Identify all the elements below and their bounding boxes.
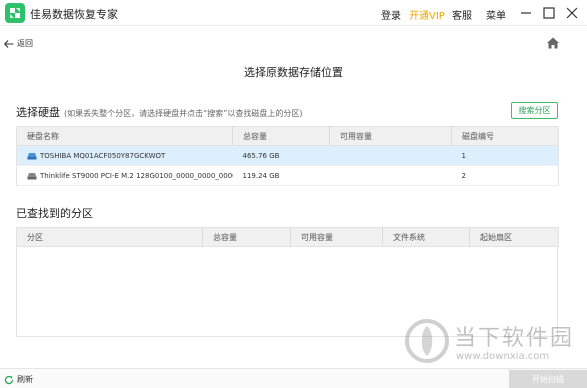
col-partition[interactable]: 分区 — [16, 227, 203, 247]
disk-name: Thinklife ST9000 PCI-E M.2 128G0100_0000… — [40, 171, 233, 180]
disk-name-cell: Thinklife ST9000 PCI-E M.2 128G0100_0000… — [16, 165, 233, 186]
disk-total: 119.24 GB — [232, 165, 330, 186]
disk-row[interactable]: Thinklife ST9000 PCI-E M.2 128G0100_0000… — [16, 165, 559, 186]
search-partition-button[interactable]: 搜索分区 — [511, 102, 558, 119]
partition-table-header: 分区 总容量 可用容量 文件系统 起始扇区 — [16, 227, 559, 247]
disk-name: TOSHIBA MQ01ACF050Y87GCKWOT — [40, 151, 166, 160]
col-total-capacity[interactable]: 总容量 — [232, 126, 330, 146]
disk-name-cell: TOSHIBA MQ01ACF050Y87GCKWOT — [16, 145, 233, 166]
disk-index: 1 — [451, 145, 559, 166]
col-start-sector[interactable]: 起始扇区 — [469, 227, 559, 247]
maximize-icon[interactable] — [541, 5, 557, 21]
col-disk-name[interactable]: 硬盘名称 — [16, 126, 233, 146]
hard-disk-icon — [27, 172, 37, 179]
back-button[interactable]: 返回 — [4, 38, 33, 49]
select-disk-heading: 选择硬盘 (如果丢失整个分区，请选择硬盘并点击“搜索”以查找磁盘上的分区) — [16, 104, 303, 120]
disk-table-header: 硬盘名称 总容量 可用容量 磁盘编号 — [16, 126, 559, 146]
refresh-button[interactable]: 刷新 — [4, 374, 33, 385]
disk-index: 2 — [451, 165, 559, 186]
bottom-bar: 刷新 开始扫描 — [0, 368, 587, 388]
disk-total: 465.76 GB — [232, 145, 330, 166]
refresh-label: 刷新 — [17, 375, 33, 384]
select-disk-hint: (如果丢失整个分区，请选择硬盘并点击“搜索”以查找磁盘上的分区) — [64, 109, 303, 118]
col-free-capacity[interactable]: 可用容量 — [290, 227, 383, 247]
start-scan-button[interactable]: 开始扫描 — [509, 370, 587, 388]
disk-row[interactable]: TOSHIBA MQ01ACF050Y87GCKWOT 465.76 GB 1 — [16, 145, 559, 166]
menu-link[interactable]: 菜单 — [486, 7, 506, 22]
refresh-icon — [4, 375, 14, 384]
select-disk-title: 选择硬盘 — [16, 106, 60, 119]
disk-table: 硬盘名称 总容量 可用容量 磁盘编号 TOSHIBA MQ01ACF050Y87… — [16, 126, 559, 186]
back-label: 返回 — [17, 39, 33, 48]
partition-list-body — [16, 247, 558, 337]
minimize-icon[interactable] — [518, 5, 534, 21]
col-file-system[interactable]: 文件系统 — [382, 227, 470, 247]
open-vip-link[interactable]: 开通VIP — [409, 7, 445, 22]
app-logo-icon — [5, 3, 25, 23]
arrow-left-icon — [4, 39, 14, 48]
hard-disk-icon — [27, 152, 37, 159]
found-partitions-heading: 已查找到的分区 — [16, 207, 93, 220]
disk-free — [329, 145, 452, 166]
app-title: 佳易数据恢复专家 — [30, 8, 118, 21]
watermark-url: www.downxia.com — [456, 351, 550, 362]
home-icon[interactable] — [546, 36, 560, 50]
login-link[interactable]: 登录 — [381, 7, 401, 22]
title-bar: 佳易数据恢复专家 登录 开通VIP 客服 菜单 — [0, 0, 587, 26]
partition-table: 分区 总容量 可用容量 文件系统 起始扇区 — [16, 227, 559, 247]
close-icon[interactable] — [564, 5, 580, 21]
col-disk-index[interactable]: 磁盘编号 — [451, 126, 559, 146]
page-title: 选择原数据存储位置 — [244, 66, 343, 79]
col-total-capacity[interactable]: 总容量 — [202, 227, 291, 247]
customer-service-link[interactable]: 客服 — [452, 7, 472, 22]
disk-free — [329, 165, 452, 186]
col-free-capacity[interactable]: 可用容量 — [329, 126, 452, 146]
